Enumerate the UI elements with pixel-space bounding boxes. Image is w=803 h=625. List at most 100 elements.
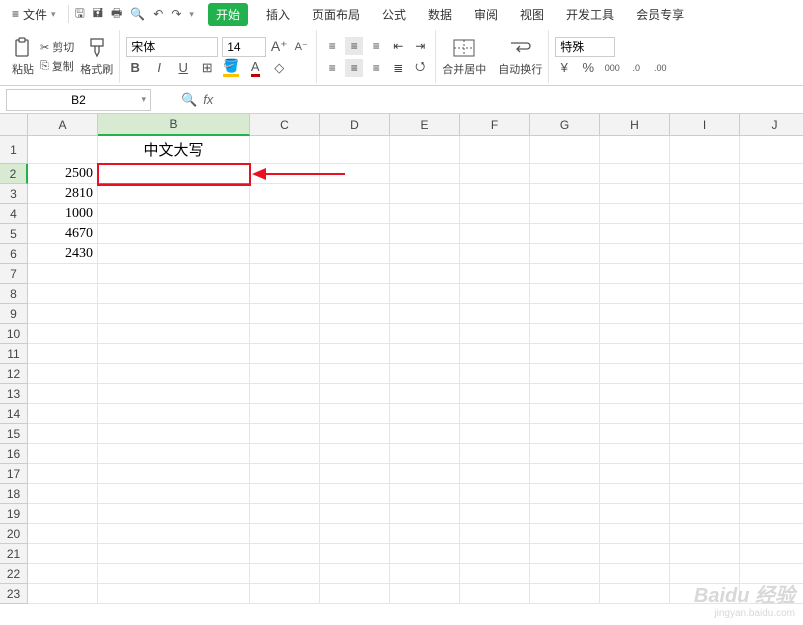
cell[interactable] — [740, 344, 803, 364]
cell[interactable] — [600, 564, 670, 584]
cell[interactable] — [390, 404, 460, 424]
cell[interactable] — [670, 464, 740, 484]
row-header[interactable]: 17 — [0, 464, 28, 484]
cell[interactable] — [670, 544, 740, 564]
cell[interactable] — [670, 504, 740, 524]
select-all-corner[interactable] — [0, 114, 28, 136]
cell[interactable] — [600, 136, 670, 164]
cell[interactable] — [600, 424, 670, 444]
cell[interactable] — [460, 224, 530, 244]
cell[interactable] — [530, 524, 600, 544]
font-size-select[interactable] — [222, 37, 266, 57]
cell[interactable] — [250, 544, 320, 564]
chevron-down-icon[interactable]: ▾ — [189, 9, 194, 20]
cell[interactable] — [740, 504, 803, 524]
cell[interactable] — [530, 304, 600, 324]
row-header[interactable]: 18 — [0, 484, 28, 504]
cell[interactable] — [28, 304, 98, 324]
cell[interactable] — [600, 224, 670, 244]
cell[interactable] — [320, 164, 390, 184]
cell[interactable] — [670, 184, 740, 204]
font-name-select[interactable] — [126, 37, 218, 57]
cell[interactable] — [98, 564, 250, 584]
row-header[interactable]: 16 — [0, 444, 28, 464]
cell[interactable] — [600, 304, 670, 324]
cell[interactable] — [670, 304, 740, 324]
cells-area[interactable]: 中文大写25002810100046702430 — [28, 136, 803, 604]
cell[interactable] — [460, 384, 530, 404]
increase-decimal-button[interactable]: .0 — [627, 59, 645, 77]
row-header[interactable]: 20 — [0, 524, 28, 544]
cell[interactable] — [460, 364, 530, 384]
row-header[interactable]: 13 — [0, 384, 28, 404]
cell[interactable] — [250, 444, 320, 464]
cell[interactable] — [320, 584, 390, 604]
cell[interactable] — [390, 184, 460, 204]
cell[interactable] — [98, 404, 250, 424]
cell[interactable] — [98, 584, 250, 604]
column-header[interactable]: A — [28, 114, 98, 136]
cell[interactable] — [28, 404, 98, 424]
row-header[interactable]: 12 — [0, 364, 28, 384]
cell[interactable] — [740, 284, 803, 304]
row-header[interactable]: 21 — [0, 544, 28, 564]
cell[interactable] — [530, 204, 600, 224]
cell[interactable] — [320, 364, 390, 384]
cell[interactable] — [320, 344, 390, 364]
border-button[interactable]: ⊞ — [198, 59, 216, 77]
cell[interactable] — [530, 384, 600, 404]
cell[interactable]: 2500 — [28, 164, 98, 184]
cell[interactable] — [98, 464, 250, 484]
cell[interactable] — [390, 364, 460, 384]
cell[interactable] — [460, 484, 530, 504]
column-header[interactable]: C — [250, 114, 320, 136]
row-header[interactable]: 7 — [0, 264, 28, 284]
column-header[interactable]: G — [530, 114, 600, 136]
tab-home[interactable]: 开始 — [208, 3, 248, 26]
cell[interactable] — [390, 304, 460, 324]
cell[interactable]: 4670 — [28, 224, 98, 244]
cell[interactable]: 1000 — [28, 204, 98, 224]
cell[interactable] — [530, 364, 600, 384]
cell[interactable] — [600, 164, 670, 184]
row-header[interactable]: 5 — [0, 224, 28, 244]
cell[interactable] — [28, 504, 98, 524]
cell[interactable] — [740, 584, 803, 604]
cell[interactable] — [320, 544, 390, 564]
align-right-icon[interactable]: ≡ — [367, 59, 385, 77]
cell[interactable] — [530, 324, 600, 344]
column-header[interactable]: H — [600, 114, 670, 136]
align-bottom-icon[interactable]: ≡ — [367, 37, 385, 55]
cell[interactable] — [250, 244, 320, 264]
cell[interactable] — [600, 384, 670, 404]
row-header[interactable]: 10 — [0, 324, 28, 344]
name-box[interactable]: B2 ▾ — [6, 89, 151, 111]
cell[interactable] — [98, 264, 250, 284]
merge-center-button[interactable]: 合并居中 — [442, 37, 486, 77]
tab-insert[interactable]: 插入 — [262, 2, 294, 27]
cell[interactable] — [460, 244, 530, 264]
cell[interactable] — [250, 224, 320, 244]
cell[interactable] — [530, 344, 600, 364]
cell[interactable] — [530, 244, 600, 264]
cell[interactable] — [600, 184, 670, 204]
cell[interactable] — [530, 424, 600, 444]
cell[interactable] — [320, 224, 390, 244]
cell[interactable] — [740, 204, 803, 224]
print-icon[interactable]: 🖶 — [111, 4, 122, 25]
cell[interactable] — [250, 164, 320, 184]
cell[interactable] — [28, 344, 98, 364]
cell[interactable] — [740, 444, 803, 464]
cell[interactable] — [98, 504, 250, 524]
cell[interactable] — [670, 364, 740, 384]
align-center-icon[interactable]: ≡ — [345, 59, 363, 77]
cell[interactable] — [390, 424, 460, 444]
indent-increase-icon[interactable]: ⇥ — [411, 37, 429, 55]
cell[interactable] — [28, 264, 98, 284]
cell[interactable] — [250, 344, 320, 364]
cell[interactable] — [670, 584, 740, 604]
align-middle-icon[interactable]: ≡ — [345, 37, 363, 55]
cell[interactable] — [250, 384, 320, 404]
cell[interactable] — [98, 364, 250, 384]
cell[interactable] — [460, 504, 530, 524]
